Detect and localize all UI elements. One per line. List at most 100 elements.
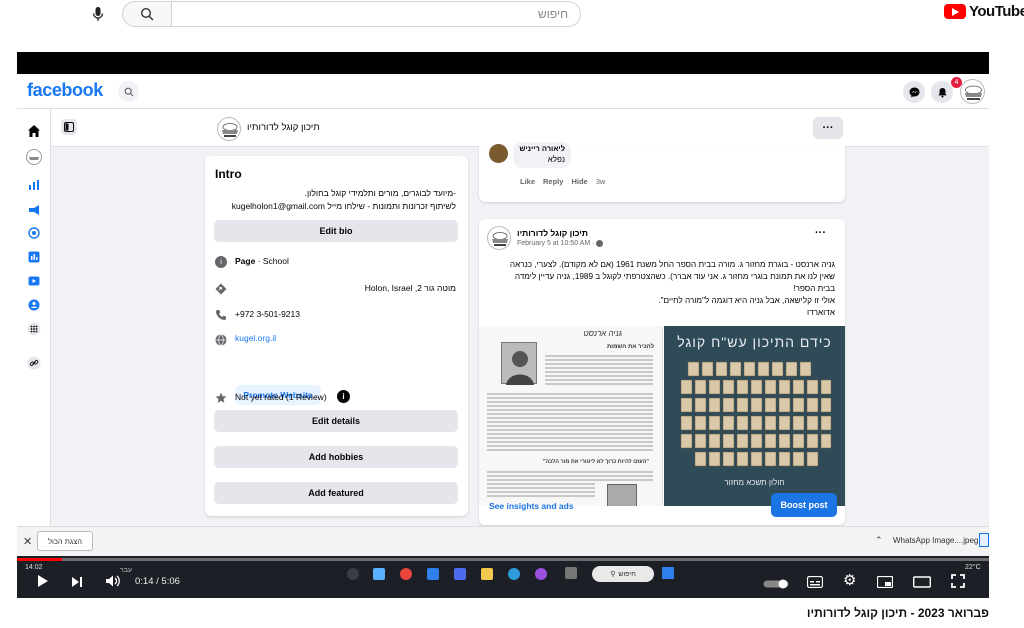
commenter-avatar[interactable]: [489, 144, 508, 163]
post-line-2: שאין לנו את תמונת בוגרי מחזור ג. אני עוד…: [514, 272, 835, 281]
voice-search-icon[interactable]: [92, 6, 104, 25]
doc-heading: גניה ארנסט: [583, 329, 622, 338]
intro-card: Intro -מיועד לבוגרים, מורים ותלמידי קוגל…: [205, 156, 468, 516]
edit-details-button[interactable]: Edit details: [214, 410, 458, 432]
meta-business-icon[interactable]: [26, 249, 42, 265]
account-avatar[interactable]: [960, 79, 985, 104]
post-options-icon[interactable]: ···: [815, 227, 826, 239]
comment-author[interactable]: ליאורה ריינישׁ: [519, 144, 565, 153]
facebook-logo[interactable]: facebook: [27, 80, 103, 101]
taskbar-app-icon-2[interactable]: [427, 568, 439, 580]
groups-icon[interactable]: [26, 297, 42, 313]
photo-banner: כידם התיכון עש"ח קוגל: [677, 334, 832, 350]
comment-text: נפלא: [547, 155, 565, 164]
edit-bio-button[interactable]: Edit bio: [214, 220, 458, 242]
class-portraits-grid: [680, 361, 832, 467]
post-line-1: גניה ארנסט - בוגרת מחזור ג. מורה בבית הס…: [509, 260, 835, 269]
video-icon[interactable]: [26, 273, 42, 289]
subtitles-icon[interactable]: [806, 575, 824, 593]
all-tools-icon[interactable]: [26, 321, 42, 337]
megaphone-icon[interactable]: [26, 202, 42, 218]
notifications-bell-icon[interactable]: [931, 81, 953, 103]
reply-link[interactable]: Reply: [543, 177, 563, 186]
taskbar-app-icon-3[interactable]: [454, 568, 466, 580]
taskbar-and-player-controls: 14:02 עבר חיפוש ⚲ 22°C 0:14 / 5:06 ⚙: [17, 556, 989, 598]
hide-link[interactable]: Hide: [571, 177, 587, 186]
star-icon: [215, 391, 227, 403]
taskbar-app-icon-4[interactable]: [535, 568, 547, 580]
doc-text-lines: [487, 355, 653, 497]
document-scan-image[interactable]: גניה ארנסט להכיר את השמות "העזנו להיות כ…: [479, 326, 663, 506]
post-author-avatar[interactable]: [487, 226, 511, 250]
fb-search-icon[interactable]: [118, 81, 139, 102]
post-author-name[interactable]: תיכון קוגל לדורותיו: [517, 228, 588, 238]
show-all-button[interactable]: הצגת הכול: [37, 531, 93, 551]
taskbar-app-icon[interactable]: [373, 568, 385, 580]
add-featured-button[interactable]: Add featured: [214, 482, 458, 504]
progress-track[interactable]: [17, 558, 989, 561]
phone-icon: [215, 308, 227, 320]
taskbar-search-icon: ⚲: [610, 571, 616, 578]
page-avatar-icon[interactable]: [26, 149, 42, 165]
address-text: מוטה גור 2, Holon, Israel: [364, 283, 456, 293]
taskbar-start-icon[interactable]: [347, 568, 359, 580]
boost-post-button[interactable]: Boost post: [771, 493, 837, 517]
folder-icon[interactable]: [481, 568, 493, 580]
bio-line-1: -מיועד לבוגרים, מורים ותלמידי קוגל בחולו…: [304, 188, 456, 198]
rating-text: Not yet rated (1 Review): [235, 392, 327, 402]
messenger-icon[interactable]: [903, 81, 925, 103]
post-line-5: אדוארדו: [807, 308, 835, 317]
taskbar-search-text: חיפוש: [618, 570, 636, 578]
taskbar-app-icon-5[interactable]: [565, 567, 577, 579]
page-profile-picture[interactable]: [217, 117, 241, 141]
class-photo-image[interactable]: כידם התיכון עש"ח קוגל חולון תשכא מחזור: [664, 326, 845, 506]
taskbar-app-label: עבר: [120, 567, 133, 574]
play-icon[interactable]: [37, 574, 49, 593]
volume-icon[interactable]: [105, 574, 121, 593]
next-icon[interactable]: [71, 575, 83, 593]
post-date[interactable]: February 5 at 10:50 AM ·: [517, 240, 594, 247]
category-label: Page: [235, 256, 256, 266]
taskbar-clock: 14:02: [25, 564, 43, 571]
search-input[interactable]: חיפוש: [171, 1, 581, 27]
theater-mode-icon[interactable]: [912, 575, 932, 593]
close-icon[interactable]: ✕: [23, 535, 32, 548]
see-insights-link[interactable]: See insights and ads: [489, 501, 574, 511]
link-icon[interactable]: [26, 355, 42, 371]
fullscreen-icon[interactable]: [951, 574, 965, 593]
intro-title: Intro: [215, 167, 242, 181]
video-player[interactable]: facebook 4 תיכון קוגל לדורותיו ··· Intro…: [17, 52, 989, 598]
insights-icon[interactable]: [26, 177, 42, 193]
autoplay-toggle-icon[interactable]: [763, 576, 789, 594]
comment-bubble: ליאורה ריינישׁ נפלא: [513, 142, 571, 168]
facebook-screen-recording: facebook 4 תיכון קוגל לדורותיו ··· Intro…: [17, 74, 989, 526]
add-hobbies-button[interactable]: Add hobbies: [214, 446, 458, 468]
download-filename[interactable]: WhatsApp Image....jpeg: [893, 536, 978, 545]
like-link[interactable]: Like: [520, 177, 535, 186]
settings-gear-icon[interactable]: ⚙: [843, 573, 856, 588]
time-display: 0:14 / 5:06: [135, 576, 180, 587]
youtube-logo[interactable]: YouTube IL: [944, 3, 1024, 20]
activity-icon[interactable]: [26, 225, 42, 241]
rating-info-icon[interactable]: i: [337, 390, 350, 403]
website-link[interactable]: kugel.org.il: [235, 333, 276, 343]
miniplayer-icon[interactable]: [876, 575, 894, 593]
video-title[interactable]: פברואר 2023 - תיכון קוגל לדורותיו: [807, 606, 989, 620]
edge-icon[interactable]: [508, 568, 520, 580]
download-notification-bar: ✕ הצגת הכול ⌃ WhatsApp Image....jpeg: [17, 526, 989, 556]
post-line-3: בבית הספר!: [793, 284, 835, 293]
location-icon: [215, 282, 227, 295]
facebook-left-rail: [17, 109, 51, 526]
windows-logo-icon[interactable]: [662, 567, 674, 579]
more-options-button[interactable]: ···: [813, 117, 843, 139]
home-icon[interactable]: [26, 123, 42, 139]
search-button[interactable]: [122, 1, 172, 27]
comment-age: 3w: [595, 177, 606, 186]
doc-subheading: להכיר את השמות: [606, 344, 654, 350]
taskbar-search[interactable]: חיפוש ⚲: [592, 566, 654, 582]
chrome-icon[interactable]: [400, 568, 412, 580]
page-title: תיכון קוגל לדורותיו: [247, 122, 320, 133]
sidebar-toggle-icon[interactable]: [61, 119, 77, 135]
comment-card: ליאורה ריינישׁ נפלא Like Reply Hide 3w: [479, 142, 845, 202]
chevron-up-icon[interactable]: ⌃: [875, 535, 883, 546]
